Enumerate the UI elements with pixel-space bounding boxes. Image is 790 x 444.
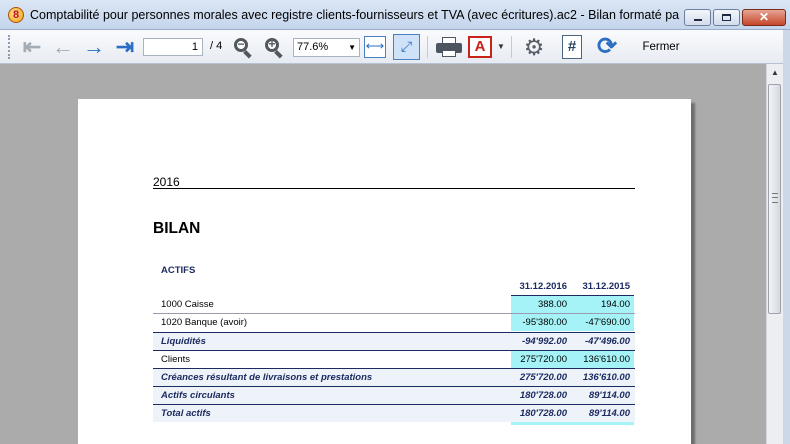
toolbar-separator <box>427 36 428 58</box>
report-viewport[interactable]: 2016 BILAN ACTIFS 31.12.2016 31.12.2015 … <box>8 64 766 444</box>
next-page-icon: → <box>83 34 105 59</box>
fit-width-icon: ⟷ <box>365 38 385 53</box>
first-page-button[interactable]: ⇤ <box>20 35 44 59</box>
last-page-icon: ⇥ <box>115 34 135 59</box>
page-number-button[interactable]: # <box>562 35 582 59</box>
toolbar-grip[interactable] <box>8 35 13 59</box>
minimize-icon <box>694 19 702 21</box>
toolbar: ⇤ ← → ⇥ 1 / 4 − + 77.6% ▼ ⟷ ⤢ A ▼ ⚙ # ⟳ … <box>0 30 790 64</box>
subtotal-row: Actifs circulants 180'728.00 89'114.00 <box>153 386 635 404</box>
zoom-out-icon: − <box>233 37 253 59</box>
close-icon: ✕ <box>758 10 770 24</box>
section-header-row: ACTIFS <box>153 262 635 279</box>
subtotal-row: Créances résultant de livraisons et pres… <box>153 368 635 386</box>
zoom-in-button[interactable]: + <box>262 35 286 59</box>
section-label: ACTIFS <box>161 265 196 276</box>
zoom-select[interactable]: 77.6% ▼ <box>293 38 360 57</box>
table-row: Clients 275'720.00 136'610.00 <box>153 350 635 368</box>
fit-page-icon: ⤢ <box>400 38 413 54</box>
report-title: BILAN <box>153 220 201 237</box>
header-rule <box>153 188 635 189</box>
previous-page-icon: ← <box>52 34 74 59</box>
zoom-in-icon: + <box>264 37 284 59</box>
first-page-icon: ⇤ <box>22 34 42 59</box>
column-header-2016: 31.12.2016 <box>519 281 567 292</box>
previous-page-button[interactable]: ← <box>51 35 75 59</box>
last-page-button[interactable]: ⇥ <box>113 35 137 59</box>
report-year: 2016 <box>153 175 180 189</box>
pdf-button[interactable]: A <box>468 36 492 58</box>
fit-width-button[interactable]: ⟷ <box>364 36 386 58</box>
chevron-down-icon: ▼ <box>348 43 356 52</box>
settings-gear-icon: ⚙ <box>523 34 545 60</box>
maximize-icon <box>722 14 731 21</box>
thumb-grip-icon <box>772 193 778 203</box>
refresh-button[interactable]: ⟳ <box>595 35 619 59</box>
fit-page-button[interactable]: ⤢ <box>393 34 420 60</box>
window-frame <box>783 30 790 444</box>
fermer-button[interactable]: Fermer <box>630 39 692 56</box>
table-row: 1020 Banque (avoir) -95'380.00 -47'690.0… <box>153 314 635 331</box>
title-bar: 8 Comptabilité pour personnes morales av… <box>0 0 790 30</box>
column-header-2015: 31.12.2015 <box>582 281 630 292</box>
pdf-menu-chevron-icon[interactable]: ▼ <box>497 42 505 51</box>
settings-button[interactable]: ⚙ <box>523 34 545 60</box>
page-number-icon: # <box>567 38 577 55</box>
column-header-row: 31.12.2016 31.12.2015 <box>153 278 635 295</box>
refresh-icon: ⟳ <box>596 33 618 60</box>
maximize-button[interactable] <box>713 9 740 26</box>
table-row: 1000 Caisse 388.00 194.00 <box>153 296 635 313</box>
page-total-label: / 4 <box>210 40 223 52</box>
cyan-bottom-strip <box>511 422 634 425</box>
window-title: Comptabilité pour personnes morales avec… <box>30 8 680 22</box>
scroll-up-icon[interactable]: ▲ <box>767 64 783 81</box>
vertical-scrollbar[interactable]: ▲ <box>766 64 783 444</box>
print-button[interactable] <box>436 37 462 57</box>
report-page: 2016 BILAN ACTIFS 31.12.2016 31.12.2015 … <box>78 99 691 444</box>
banana-app-icon[interactable]: 8 <box>8 7 24 23</box>
toolbar-separator <box>511 36 512 58</box>
close-window-button[interactable]: ✕ <box>742 9 786 26</box>
scroll-thumb[interactable] <box>768 84 781 314</box>
pdf-icon: A <box>474 38 486 55</box>
zoom-out-button[interactable]: − <box>231 35 255 59</box>
next-page-button[interactable]: → <box>82 35 106 59</box>
zoom-value: 77.6% <box>297 41 329 53</box>
page-number-input[interactable]: 1 <box>143 38 203 56</box>
minimize-button[interactable] <box>684 9 711 26</box>
subtotal-row: Liquidités -94'992.00 -47'496.00 <box>153 332 635 350</box>
total-row: Total actifs 180'728.00 89'114.00 <box>153 404 635 422</box>
